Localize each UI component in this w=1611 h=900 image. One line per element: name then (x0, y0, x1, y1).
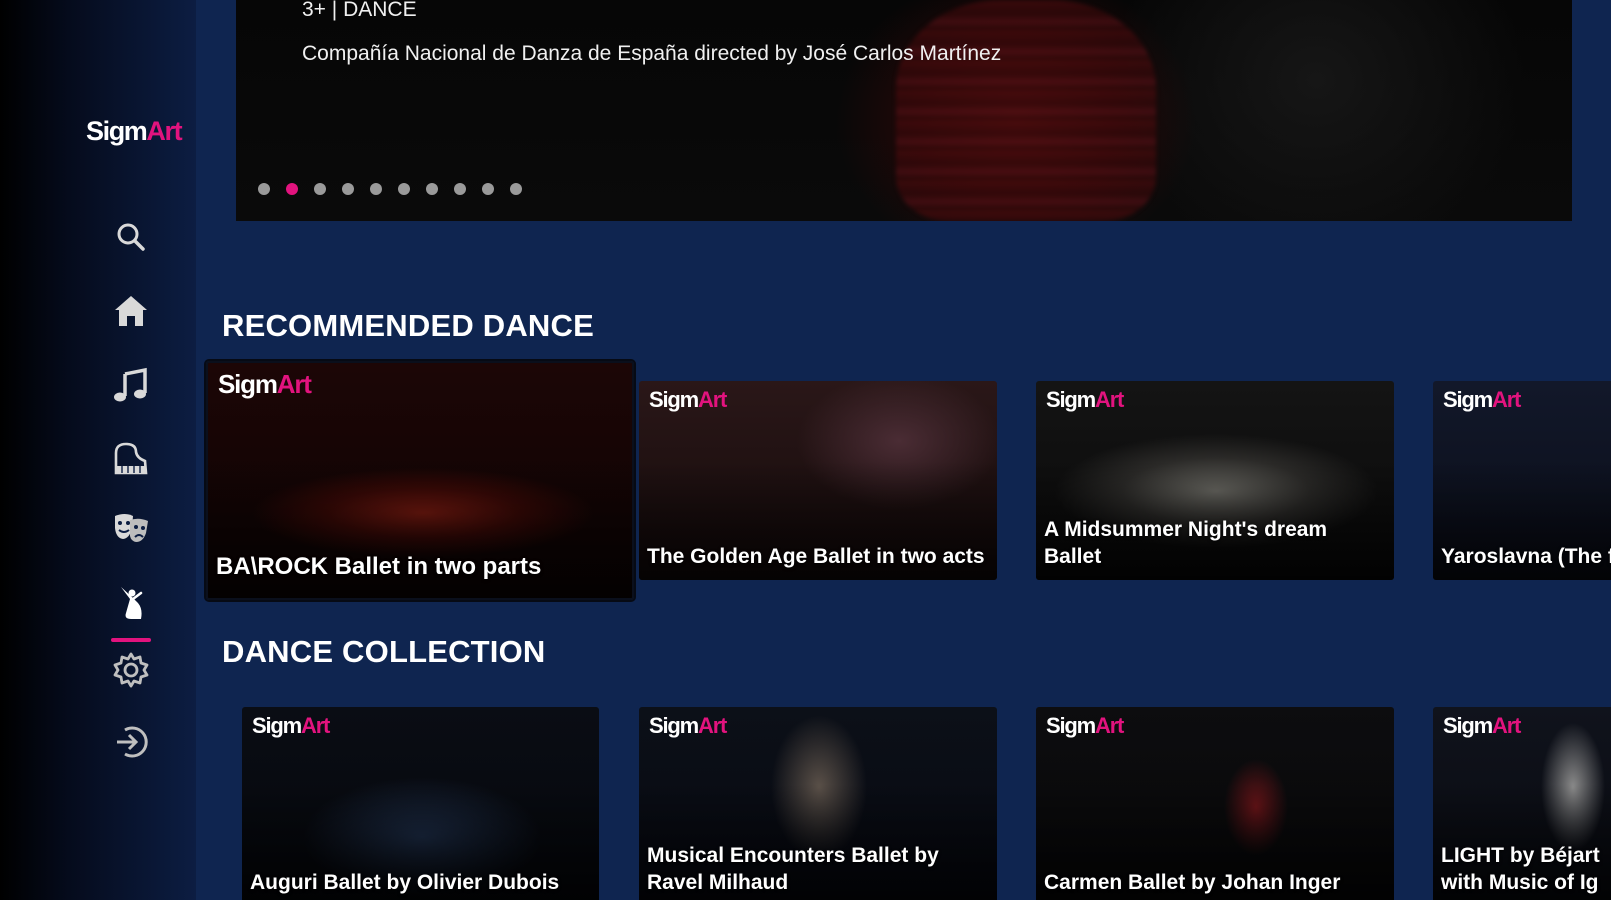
carousel-dot[interactable] (426, 183, 438, 195)
carousel-dot[interactable] (510, 183, 522, 195)
hero-description: Compañía Nacional de Danza de España dir… (302, 42, 1002, 65)
card-midsummer[interactable]: SigmArt A Midsummer Night's dream Ballet (1036, 381, 1394, 580)
card-title: Musical Encounters Ballet by Ravel Milha… (647, 844, 939, 894)
section-title-collection: DANCE COLLECTION (222, 634, 546, 669)
carousel-dot[interactable] (342, 183, 354, 195)
search-icon[interactable] (108, 214, 154, 260)
card-brand-logo: SigmArt (649, 387, 727, 412)
carousel-dot[interactable] (482, 183, 494, 195)
app-logo: SigmArt (86, 116, 183, 146)
hero-meta: 3+ | DANCE (302, 0, 417, 21)
section-title-recommended: RECOMMENDED DANCE (222, 308, 594, 343)
hero-banner[interactable]: 3+ | DANCE Compañía Nacional de Danza de… (236, 0, 1572, 221)
carousel-dot[interactable] (370, 183, 382, 195)
card-title: LIGHT by Béjart with Music of Ig (1441, 844, 1600, 894)
card-brand-logo: SigmArt (1046, 713, 1124, 738)
card-title: The Golden Age Ballet in two acts (647, 545, 985, 568)
card-auguri[interactable]: SigmArt Auguri Ballet by Olivier Dubois (242, 707, 599, 900)
card-brand-logo: SigmArt (1046, 387, 1124, 412)
card-title: Yaroslavna (The from Mariinsky T (1441, 545, 1611, 568)
card-brand-logo: SigmArt (1443, 713, 1521, 738)
card-golden-age[interactable]: SigmArt The Golden Age Ballet in two act… (639, 381, 997, 580)
carousel-dot[interactable] (286, 183, 298, 195)
carousel-dot[interactable] (454, 183, 466, 195)
piano-icon[interactable] (108, 436, 154, 482)
carousel-indicator (258, 183, 522, 195)
sidebar: SigmArt (0, 0, 196, 900)
card-light[interactable]: SigmArt LIGHT by Béjart with Music of Ig (1433, 707, 1611, 900)
card-brand-logo: SigmArt (218, 369, 312, 399)
card-title: BA\ROCK Ballet in two parts (216, 553, 542, 580)
music-note-icon[interactable] (108, 362, 154, 408)
card-title: Carmen Ballet by Johan Inger (1044, 871, 1341, 894)
carousel-dot[interactable] (258, 183, 270, 195)
card-brand-logo: SigmArt (1443, 387, 1521, 412)
card-carmen[interactable]: SigmArt Carmen Ballet by Johan Inger (1036, 707, 1394, 900)
logout-icon[interactable] (108, 719, 154, 765)
active-nav-indicator (111, 638, 151, 642)
card-baroque[interactable]: SigmArt BA\ROCK Ballet in two parts (206, 361, 634, 600)
gear-icon[interactable] (108, 647, 154, 693)
theater-masks-icon[interactable] (108, 505, 154, 551)
card-title: A Midsummer Night's dream Ballet (1044, 518, 1328, 568)
card-title: Auguri Ballet by Olivier Dubois (250, 871, 560, 894)
card-brand-logo: SigmArt (252, 713, 330, 738)
card-musical-encounters[interactable]: SigmArt Musical Encounters Ballet by Rav… (639, 707, 997, 900)
hero-image (896, 0, 1156, 221)
dance-icon[interactable] (108, 580, 154, 626)
card-yaroslavna[interactable]: SigmArt Yaroslavna (The from Mariinsky T (1433, 381, 1611, 580)
carousel-dot[interactable] (314, 183, 326, 195)
card-brand-logo: SigmArt (649, 713, 727, 738)
carousel-dot[interactable] (398, 183, 410, 195)
home-icon[interactable] (108, 288, 154, 334)
